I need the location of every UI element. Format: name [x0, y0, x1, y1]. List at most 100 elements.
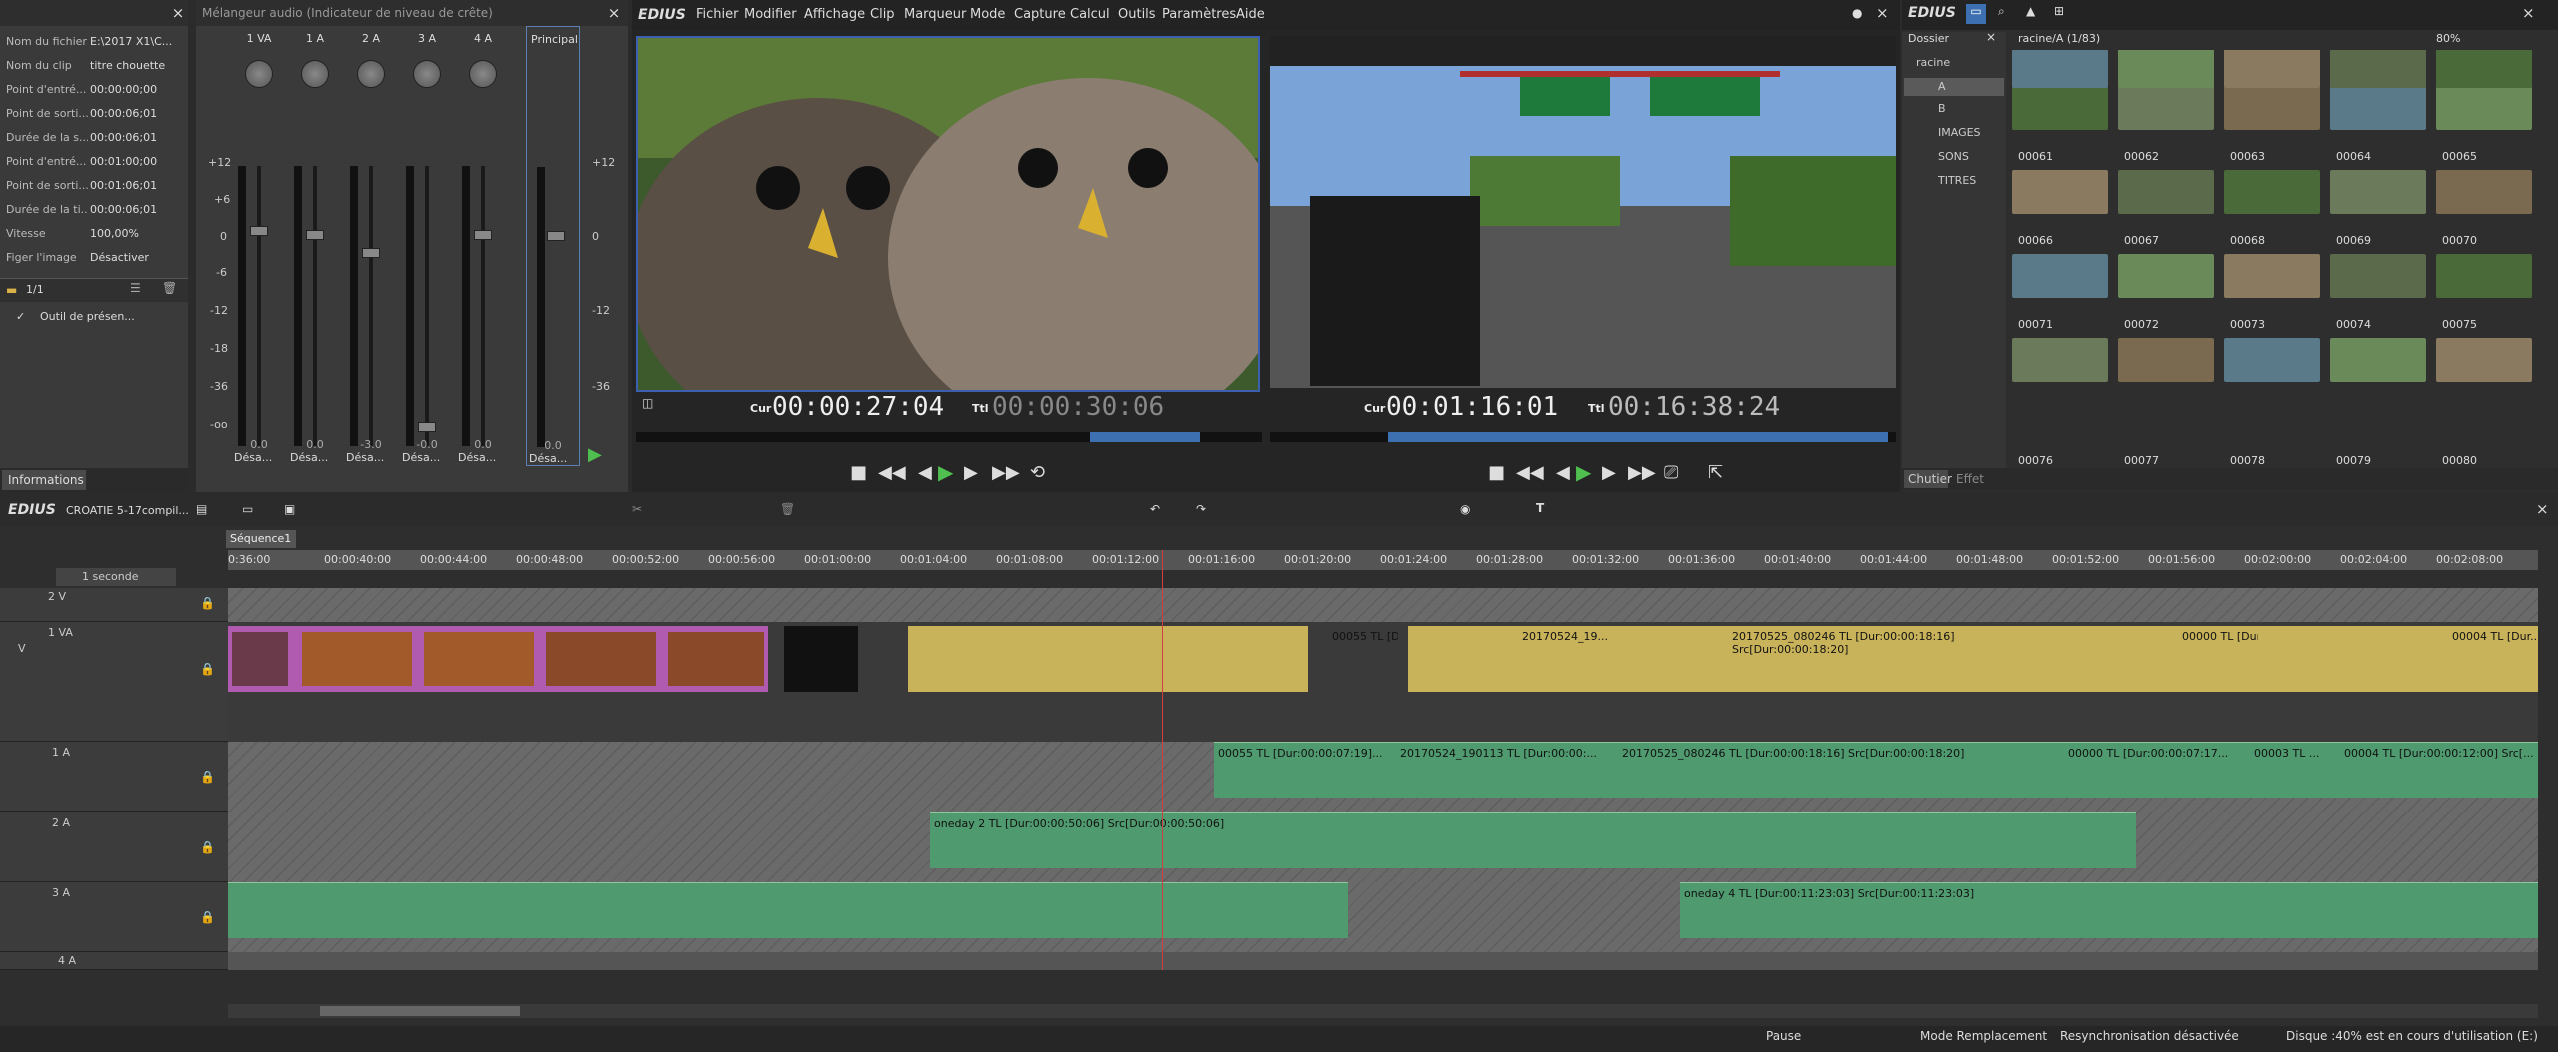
pan-knob[interactable] — [357, 60, 385, 88]
clip-thumbnail[interactable] — [2436, 50, 2532, 88]
up-icon[interactable]: ▲ — [2026, 4, 2035, 18]
tree-item-racine[interactable]: racine — [1916, 56, 1950, 69]
open-icon[interactable]: ▭ — [242, 502, 253, 516]
minimize-icon[interactable]: ● — [1852, 6, 1862, 20]
pan-knob[interactable] — [469, 60, 497, 88]
tree-item-b[interactable]: B — [1938, 102, 1946, 115]
snapshot-icon[interactable]: ◉ — [1460, 502, 1470, 516]
close-icon[interactable]: × — [1876, 4, 1889, 22]
play-icon[interactable]: ▶ — [938, 460, 953, 484]
zoom-select[interactable]: 1 seconde — [56, 568, 176, 586]
redo-icon[interactable]: ↷ — [1196, 502, 1206, 516]
track-1va[interactable]: 00055 TL [Dur:... Src[Dur:... 20170524_1… — [228, 622, 2538, 742]
step-back-icon[interactable]: ◀ — [1556, 462, 1570, 483]
clip-name[interactable]: 00067 — [2124, 234, 2159, 247]
save-icon[interactable]: ▣ — [284, 502, 295, 516]
clip-thumbnail[interactable] — [2012, 254, 2108, 298]
clip-name[interactable]: 00070 — [2442, 234, 2477, 247]
timeline-cursor[interactable] — [1162, 550, 1163, 970]
play-icon[interactable]: ▶ — [588, 444, 602, 465]
tree-item-sons[interactable]: SONS — [1938, 150, 1969, 163]
pan-knob[interactable] — [245, 60, 273, 88]
clip-thumbnail[interactable] — [2330, 86, 2426, 130]
video-clip[interactable] — [908, 626, 1308, 692]
tab-chutier[interactable]: Chutier — [1904, 470, 1952, 488]
fader-handle[interactable] — [547, 231, 565, 241]
recorder-viewer[interactable] — [1270, 36, 1896, 388]
add-icon[interactable]: ⊞ — [2054, 4, 2064, 18]
clip-thumbnail[interactable] — [2330, 254, 2426, 298]
clip-thumbnail[interactable] — [2118, 86, 2214, 130]
close-icon[interactable]: × — [606, 5, 622, 21]
clip-thumbnail[interactable] — [2012, 338, 2108, 382]
clip-thumbnail[interactable] — [2436, 338, 2532, 382]
title-icon[interactable]: T — [1536, 501, 1544, 515]
step-forward-icon[interactable]: ▶ — [964, 462, 978, 483]
player-scrubber[interactable] — [636, 432, 1262, 442]
recorder-scrubber[interactable] — [1270, 432, 1896, 442]
menu-capture[interactable]: Capture — [1014, 7, 1066, 22]
clip-thumbnail[interactable] — [2224, 170, 2320, 214]
pan-knob[interactable] — [301, 60, 329, 88]
scrollbar-thumb[interactable] — [320, 1006, 520, 1016]
clip-name[interactable]: 00065 — [2442, 150, 2477, 163]
timeline-scrollbar[interactable] — [228, 1004, 2538, 1018]
menu-affichage[interactable]: Affichage — [804, 7, 865, 22]
track-2v[interactable] — [228, 588, 2538, 622]
audio-clip-a2[interactable]: oneday 2 TL [Dur:00:00:50:06] Src[Dur:00… — [930, 812, 2136, 868]
clip-thumbnail[interactable] — [2118, 50, 2214, 88]
menu-outils[interactable]: Outils — [1118, 7, 1156, 22]
track-header-3a[interactable]: 3 A 🔒 — [0, 882, 228, 952]
clip-name[interactable]: 00073 — [2230, 318, 2265, 331]
fader-handle[interactable] — [306, 230, 324, 240]
tab-informations[interactable]: Informations — [2, 470, 86, 490]
clip-thumbnail[interactable] — [2118, 170, 2214, 214]
channel-output-select[interactable]: Désa... — [344, 451, 398, 464]
step-forward-icon[interactable]: ▶ — [1602, 462, 1616, 483]
audio-clip-a3-1[interactable] — [228, 882, 1348, 938]
tree-item-images[interactable]: IMAGES — [1938, 126, 1981, 139]
trash-icon[interactable]: 🗑 — [162, 281, 177, 295]
clip-thumbnail[interactable] — [2118, 338, 2214, 382]
list-icon[interactable]: ☰ — [130, 281, 141, 295]
channel-output-select[interactable]: Désa... — [400, 451, 454, 464]
track-header-2v[interactable]: 2 V 🔒 — [0, 588, 228, 622]
pan-knob[interactable] — [413, 60, 441, 88]
new-sequence-icon[interactable]: ▤ — [196, 502, 207, 516]
clip-name[interactable]: 00078 — [2230, 454, 2265, 467]
close-icon[interactable]: × — [2522, 4, 2535, 22]
clip-name[interactable]: 00063 — [2230, 150, 2265, 163]
clip-name[interactable]: 00074 — [2336, 318, 2371, 331]
output-icon[interactable]: ⎚ — [1664, 462, 1678, 483]
clip-thumbnail[interactable] — [2224, 50, 2320, 88]
clip-thumbnail[interactable] — [2330, 170, 2426, 214]
close-icon[interactable]: × — [170, 5, 186, 21]
clip-thumbnail[interactable] — [2224, 338, 2320, 382]
checkbox-icon[interactable]: ✓ — [16, 310, 25, 323]
play-icon[interactable]: ▶ — [1576, 460, 1591, 484]
clip-thumbnail[interactable] — [2224, 86, 2320, 130]
clip-name[interactable]: 00072 — [2124, 318, 2159, 331]
clip-name[interactable]: 00071 — [2018, 318, 2053, 331]
clip-thumbnail[interactable] — [2436, 170, 2532, 214]
stop-icon[interactable]: ■ — [1488, 462, 1505, 483]
clip-thumbnail[interactable] — [2118, 254, 2214, 298]
info-row[interactable]: Figer l'image Désactiver — [6, 246, 184, 270]
rewind-icon[interactable]: ◀◀ — [1516, 462, 1544, 483]
clip-name[interactable]: 00076 — [2018, 454, 2053, 467]
close-icon[interactable]: × — [2536, 500, 2549, 518]
tree-item-titres[interactable]: TITRES — [1938, 174, 1976, 187]
menu-fichier[interactable]: Fichier — [696, 7, 739, 22]
clip-thumbnail[interactable] — [2436, 254, 2532, 298]
clip-thumbnail[interactable] — [2224, 254, 2320, 298]
clip-name[interactable]: 00061 — [2018, 150, 2053, 163]
time-ruler[interactable]: 0:36:00 00:00:40:00 00:00:44:00 00:00:48:00… — [228, 550, 2538, 570]
menu-clip[interactable]: Clip — [870, 7, 895, 22]
clip-name[interactable]: 00068 — [2230, 234, 2265, 247]
clip-name[interactable]: 00077 — [2124, 454, 2159, 467]
master-output-select[interactable]: Désa... — [527, 452, 579, 465]
fader-handle[interactable] — [250, 226, 268, 236]
track-header-4a[interactable]: 4 A — [0, 952, 228, 970]
lock-icon[interactable]: 🔒 — [200, 770, 215, 784]
black-clip[interactable] — [784, 626, 858, 692]
